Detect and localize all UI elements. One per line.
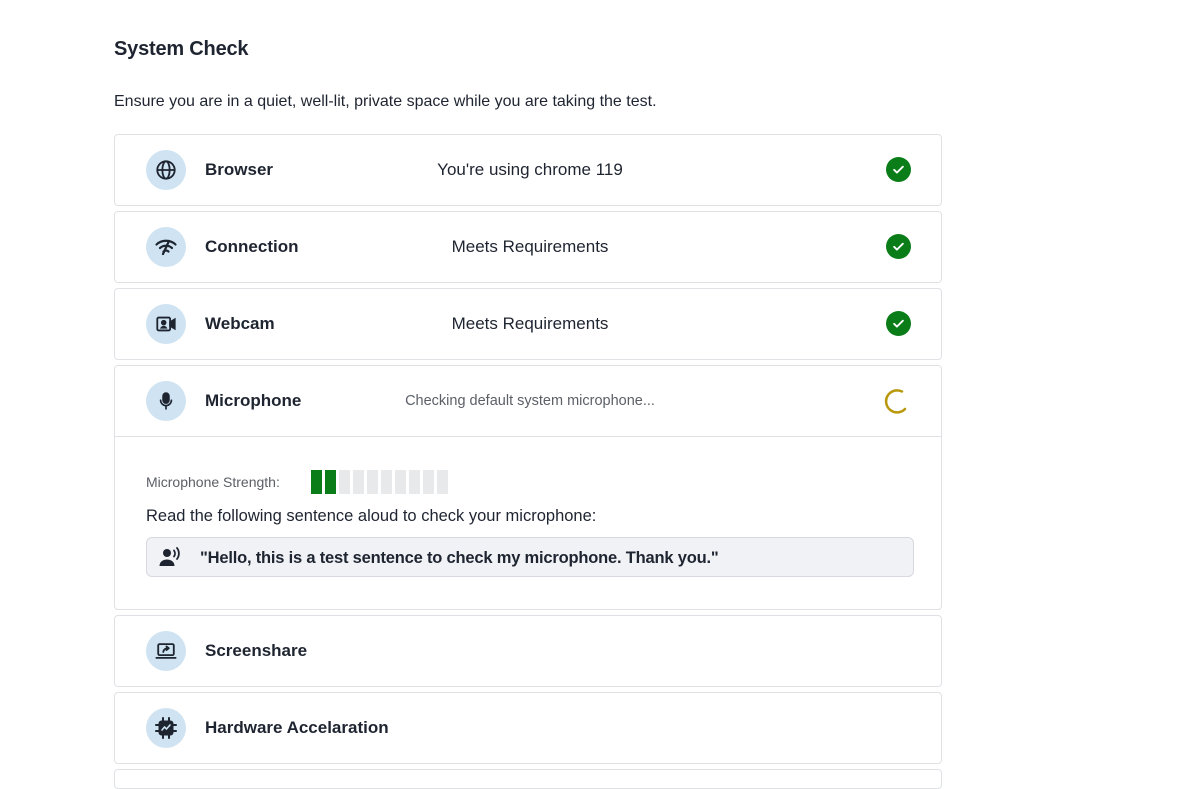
microphone-strength-bar xyxy=(311,470,322,494)
microphone-icon xyxy=(146,381,186,421)
chip-icon xyxy=(146,708,186,748)
check-card-screenshare: Screenshare xyxy=(114,615,942,687)
check-passed-icon xyxy=(886,234,911,259)
check-label-hardware-acceleration: Hardware Accelaration xyxy=(205,718,389,737)
microphone-strength-bar xyxy=(409,470,420,494)
microphone-instruction: Read the following sentence aloud to che… xyxy=(146,507,597,525)
check-card-next xyxy=(114,769,942,789)
check-status-webcam: Meets Requirements xyxy=(451,314,609,333)
page-title: System Check xyxy=(114,38,249,60)
check-passed-icon xyxy=(886,157,911,182)
wifi-icon xyxy=(146,227,186,267)
check-status-connection: Meets Requirements xyxy=(451,237,609,256)
loading-spinner-icon xyxy=(883,388,909,414)
check-card-browser: Browser You're using chrome 119 xyxy=(114,134,942,206)
microphone-strength-label: Microphone Strength: xyxy=(146,474,280,490)
microphone-test-panel: Microphone Strength: Read the following … xyxy=(115,436,941,609)
microphone-strength-bar xyxy=(339,470,350,494)
check-label-screenshare: Screenshare xyxy=(205,641,308,660)
check-status-microphone: Checking default system microphone... xyxy=(405,393,655,409)
microphone-strength-meter xyxy=(311,470,448,494)
test-sentence-box: "Hello, this is a test sentence to check… xyxy=(146,537,914,577)
globe-icon xyxy=(146,150,186,190)
check-label-connection: Connection xyxy=(205,237,299,256)
microphone-strength-bar xyxy=(395,470,406,494)
speaking-person-icon xyxy=(159,547,183,572)
check-card-hardware-acceleration: Hardware Accelaration xyxy=(114,692,942,764)
check-card-connection: Connection Meets Requirements xyxy=(114,211,942,283)
microphone-strength-bar xyxy=(353,470,364,494)
microphone-strength-bar xyxy=(325,470,336,494)
test-sentence-text: "Hello, this is a test sentence to check… xyxy=(200,549,719,567)
microphone-strength-bar xyxy=(381,470,392,494)
webcam-icon xyxy=(146,304,186,344)
screenshare-icon xyxy=(146,631,186,671)
page-subtitle: Ensure you are in a quiet, well-lit, pri… xyxy=(114,93,657,110)
check-label-microphone: Microphone xyxy=(205,391,302,410)
check-passed-icon xyxy=(886,311,911,336)
microphone-strength-bar xyxy=(423,470,434,494)
check-status-browser: You're using chrome 119 xyxy=(437,160,623,179)
check-card-webcam: Webcam Meets Requirements xyxy=(114,288,942,360)
microphone-strength-bar xyxy=(437,470,448,494)
check-label-webcam: Webcam xyxy=(205,314,275,333)
check-card-microphone: Microphone Checking default system micro… xyxy=(114,365,942,610)
microphone-strength-bar xyxy=(367,470,378,494)
check-label-browser: Browser xyxy=(205,160,274,179)
